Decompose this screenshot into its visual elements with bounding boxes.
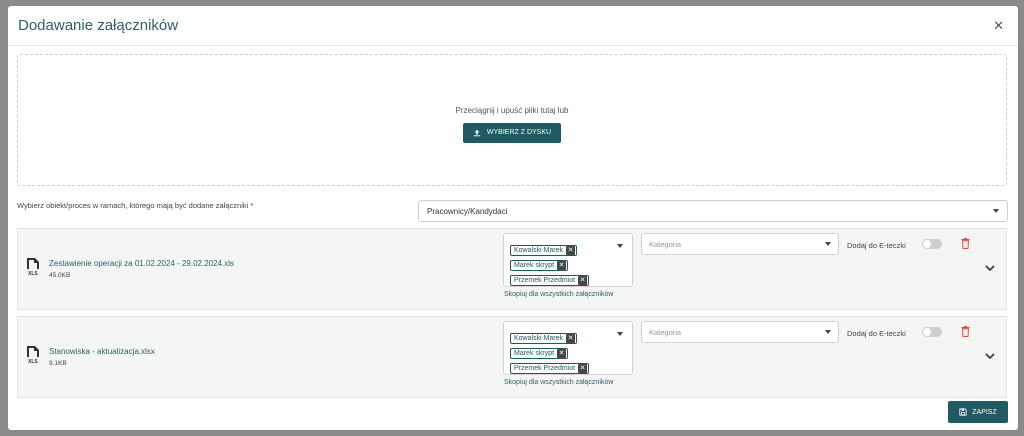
- object-select[interactable]: Pracownicy/Kandydaci: [418, 200, 1008, 222]
- toggle-knob: [923, 328, 931, 336]
- floppy-disk-icon: [959, 408, 967, 416]
- save-button[interactable]: ZAPISZ: [948, 401, 1008, 423]
- chevron-down-icon: [993, 209, 999, 213]
- copy-for-all-link[interactable]: Skopiuj dla wszystkich załączników: [504, 379, 613, 386]
- file-dropzone[interactable]: Przeciągnij i upuść pliki tutaj lub WYBI…: [17, 54, 1007, 186]
- person-tag: Przemek Przedmiot ✕: [510, 363, 590, 374]
- modal-title: Dodawanie załączników: [18, 17, 179, 34]
- file-name: Zestawienie operacji za 01.02.2024 - 29.…: [49, 259, 235, 268]
- xls-file-icon: XLS: [27, 258, 39, 277]
- dropzone-text: Przeciągnij i upuść pliki tutaj lub: [455, 105, 569, 115]
- svg-text:XLS: XLS: [28, 271, 38, 277]
- person-tag-label: Przemek Przedmiot: [514, 365, 576, 372]
- file-name: Stanowiska - aktualizacja.xlsx: [49, 347, 155, 356]
- person-multiselect[interactable]: Kowalski Marek ✕ Marek skrypt ✕ Przemek Pr…: [503, 233, 633, 287]
- trash-icon[interactable]: [961, 238, 970, 249]
- eteczki-toggle[interactable]: [922, 239, 942, 249]
- toggle-knob: [923, 240, 931, 248]
- attachments-modal: Dodawanie załączników ✕ Przeciągnij i up…: [8, 6, 1018, 430]
- attachment-card: XLS Zestawienie operacji za 01.02.2024 -…: [17, 228, 1007, 310]
- person-tag-label: Marek skrypt: [514, 350, 555, 357]
- xls-file-icon: XLS: [27, 346, 39, 365]
- person-tag-label: Marek skrypt: [514, 262, 555, 269]
- remove-tag-icon[interactable]: ✕: [578, 364, 588, 373]
- file-size: 45.0KB: [49, 272, 71, 279]
- modal-header: Dodawanie załączników ✕: [8, 6, 1018, 46]
- trash-icon[interactable]: [961, 326, 970, 337]
- person-tag: Przemek Przedmiot ✕: [510, 275, 590, 286]
- pick-from-disk-label: WYBIERZ Z DYSKU: [486, 129, 552, 136]
- close-icon[interactable]: ✕: [993, 18, 1004, 34]
- remove-tag-icon[interactable]: ✕: [578, 276, 588, 285]
- svg-text:XLS: XLS: [28, 359, 38, 365]
- chevron-down-icon[interactable]: [617, 332, 623, 336]
- pick-from-disk-button[interactable]: WYBIERZ Z DYSKU: [462, 122, 562, 143]
- eteczki-label: Dodaj do E-teczki: [847, 241, 906, 250]
- upload-icon: [473, 129, 481, 136]
- chevron-down-icon[interactable]: [985, 352, 995, 360]
- chevron-down-icon[interactable]: [985, 264, 995, 272]
- object-select-value: Pracownicy/Kandydaci: [427, 206, 508, 216]
- person-tag-label: Przemek Przedmiot: [514, 277, 576, 284]
- chevron-down-icon: [825, 330, 831, 334]
- chevron-down-icon: [825, 242, 831, 246]
- eteczki-toggle[interactable]: [922, 327, 942, 337]
- eteczki-label: Dodaj do E-teczki: [847, 329, 906, 338]
- category-select[interactable]: Kategoria: [641, 321, 839, 343]
- attachment-card: XLS Stanowiska - aktualizacja.xlsx 9.1KB…: [17, 316, 1007, 398]
- file-size: 9.1KB: [49, 360, 67, 367]
- category-placeholder: Kategoria: [649, 327, 682, 337]
- object-select-label: Wybierz obiekt/proces w ramach, którego …: [17, 201, 254, 210]
- category-select[interactable]: Kategoria: [641, 233, 839, 255]
- chevron-down-icon[interactable]: [617, 244, 623, 248]
- category-placeholder: Kategoria: [649, 239, 682, 249]
- save-label: ZAPISZ: [972, 408, 997, 416]
- person-multiselect[interactable]: Kowalski Marek ✕ Marek skrypt ✕ Przemek Pr…: [503, 321, 633, 375]
- person-tag-label: Kowalski Marek: [514, 335, 564, 342]
- person-tag-label: Kowalski Marek: [514, 247, 564, 254]
- copy-for-all-link[interactable]: Skopiuj dla wszystkich załączników: [504, 291, 613, 298]
